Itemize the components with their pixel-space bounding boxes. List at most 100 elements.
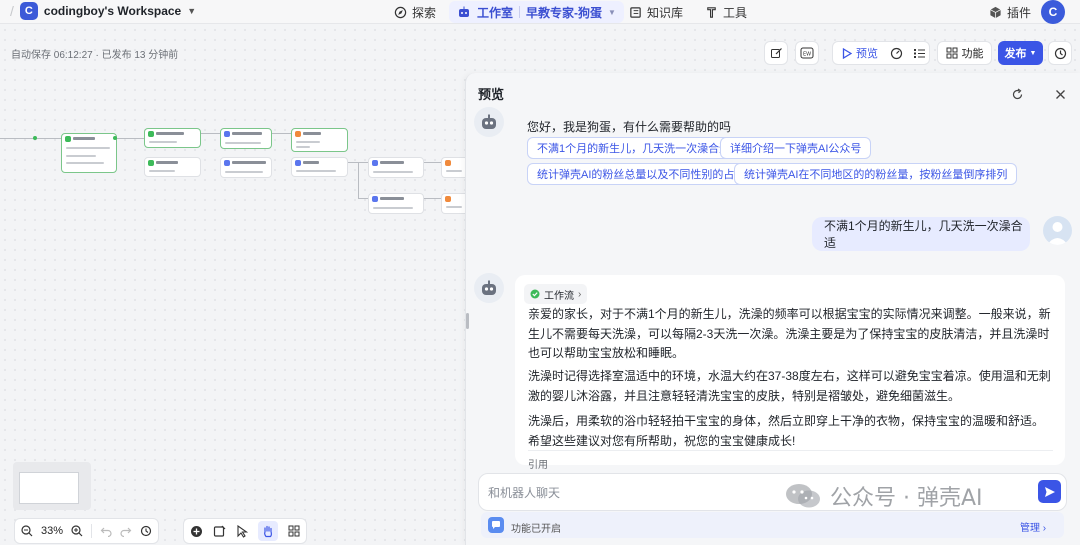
book-icon	[630, 6, 641, 18]
node-port	[33, 136, 37, 140]
autosave-status: 自动保存 06:12:27 · 已发布 13 分钟前	[11, 50, 179, 61]
workflow-tag[interactable]: 工作流 ›	[524, 284, 588, 304]
add-node-icon[interactable]	[190, 525, 203, 538]
gauge-icon[interactable]	[890, 47, 903, 60]
publish-button[interactable]: 发布 ▼	[998, 41, 1043, 65]
workflow-edge	[358, 198, 368, 199]
undo-icon[interactable]	[100, 525, 112, 537]
zoom-level[interactable]: 33%	[41, 525, 63, 537]
nav-tools[interactable]: 工具	[705, 2, 747, 22]
bot-greeting: 您好，我是狗蛋，有什么需要帮助的吗	[527, 120, 732, 134]
nav-explore[interactable]: 探索	[394, 2, 436, 22]
node-field	[446, 206, 462, 208]
workflow-node-end[interactable]	[441, 157, 465, 178]
send-button[interactable]	[1038, 480, 1061, 503]
hand-tool-button[interactable]	[258, 521, 278, 541]
bot-icon	[482, 280, 496, 295]
nav-tools-label: 工具	[723, 5, 748, 20]
nav-knowledge-label: 知识库	[647, 5, 684, 20]
suggestion-chip[interactable]: 不满1个月的新生儿，几天洗一次澡合适	[527, 137, 741, 159]
divider	[91, 524, 93, 538]
answer-paragraph: 洗澡后，用柔软的浴巾轻轻拍干宝宝的身体，然后立即穿上干净的衣物，保持宝宝的温暖和…	[528, 414, 1045, 448]
node-field	[296, 141, 320, 143]
divider: /	[10, 3, 14, 19]
zoom-out-icon[interactable]	[21, 525, 33, 537]
canvas-tools	[183, 518, 307, 544]
user-message: 不满1个月的新生儿，几天洗一次澡合适	[812, 217, 1030, 251]
suggestion-chip[interactable]: 详细介绍一下弹壳AI公众号	[720, 137, 872, 159]
history-button[interactable]	[1048, 41, 1072, 65]
workflow-node-llm[interactable]	[368, 193, 424, 214]
node-field	[66, 155, 96, 157]
history-icon	[1054, 47, 1066, 59]
workflow-node-branch[interactable]	[144, 157, 201, 177]
list-check-icon[interactable]	[913, 47, 926, 60]
chat-input[interactable]	[488, 483, 788, 503]
pointer-icon[interactable]	[236, 524, 248, 538]
code-icon: EW	[800, 47, 814, 59]
nav-plugins[interactable]: 插件	[989, 2, 1031, 22]
divider	[519, 6, 521, 18]
redo-icon[interactable]	[120, 525, 132, 537]
close-icon[interactable]	[1055, 89, 1066, 100]
suggestion-chip[interactable]: 统计弹壳AI的粉丝总量以及不同性别的占比	[527, 163, 756, 185]
workflow-node-start[interactable]	[61, 133, 117, 173]
variables-button[interactable]: EW	[795, 41, 819, 65]
manage-label: 管理	[1020, 523, 1040, 534]
panel-title: 预览	[478, 87, 505, 102]
node-icon	[295, 160, 301, 166]
node-title	[232, 132, 262, 135]
node-title	[303, 132, 321, 135]
history-icon[interactable]	[140, 525, 152, 537]
workflow-node-end[interactable]	[291, 128, 348, 152]
robot-icon	[459, 6, 469, 17]
zoom-in-icon[interactable]	[71, 525, 83, 537]
send-icon	[1044, 486, 1055, 497]
features-button[interactable]: 功能	[937, 41, 992, 65]
project-name[interactable]: 早教专家-狗蛋	[526, 4, 602, 21]
workflow-node-end[interactable]	[441, 193, 465, 214]
workflow-edge	[0, 138, 62, 139]
node-icon	[295, 131, 301, 137]
workflow-edge	[424, 198, 441, 199]
user-avatar[interactable]: C	[1041, 0, 1065, 24]
node-icon	[372, 196, 378, 202]
node-icon	[224, 160, 230, 166]
citation-label[interactable]: 引用	[528, 456, 548, 471]
studio-breadcrumb[interactable]: 工作室 早教专家-狗蛋 ▼	[449, 1, 624, 23]
user-avatar	[1043, 216, 1072, 245]
node-title	[156, 161, 178, 164]
layout-icon[interactable]	[288, 525, 300, 537]
workflow-node-sql[interactable]	[291, 157, 348, 177]
suggestion-chip[interactable]: 统计弹壳AI在不同地区的的粉丝量，按粉丝量倒序排列	[734, 163, 1018, 185]
workflow-node-llm[interactable]	[220, 128, 272, 149]
wrench-icon	[707, 6, 716, 18]
node-field	[373, 171, 413, 173]
workflow-node-llm[interactable]	[368, 157, 424, 178]
chat-bubble-icon	[492, 521, 500, 529]
bot-icon	[482, 114, 496, 129]
workflow-edge	[424, 162, 441, 163]
workflow-node-llm[interactable]	[220, 157, 272, 178]
node-title	[232, 161, 266, 164]
manage-link[interactable]: 管理 ›	[1020, 519, 1046, 534]
refresh-icon[interactable]	[1011, 88, 1024, 101]
node-icon	[148, 131, 154, 137]
answer-paragraph: 亲爱的家长，对于不满1个月的新生儿，洗澡的频率可以根据宝宝的实际情况来调整。一般…	[528, 307, 1051, 360]
workflow-edge	[358, 162, 359, 198]
chevron-down-icon: ▼	[187, 6, 197, 16]
workflow-node-classifier[interactable]	[144, 128, 201, 148]
nav-knowledge[interactable]: 知识库	[629, 2, 683, 22]
note-icon[interactable]	[213, 525, 226, 538]
node-field	[66, 162, 104, 164]
preview-button[interactable]: 预览	[842, 45, 878, 61]
node-icon	[372, 160, 378, 166]
minimap[interactable]	[13, 462, 91, 510]
resize-handle[interactable]	[466, 313, 469, 329]
chevron-right-icon: ›	[1042, 523, 1047, 534]
node-title	[380, 197, 404, 200]
edit-button[interactable]	[764, 41, 788, 65]
feature-status-text: 功能已开启	[511, 524, 561, 535]
bot-avatar	[474, 273, 504, 303]
workspace-switcher[interactable]: / C codingboy's Workspace ▼	[10, 2, 196, 20]
